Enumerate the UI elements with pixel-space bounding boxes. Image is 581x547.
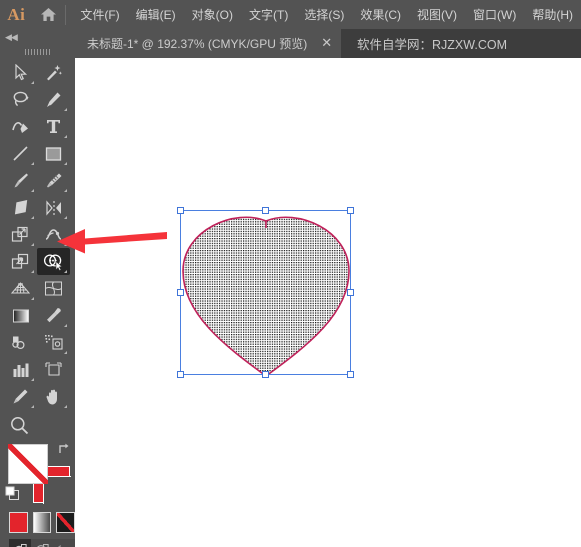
draw-inside-button[interactable] xyxy=(53,539,75,547)
flyout-corner-icon xyxy=(31,216,34,219)
flyout-corner-icon xyxy=(31,270,34,273)
document-tab[interactable]: 未标题-1* @ 192.37% (CMYK/GPU 预览) ✕ xyxy=(75,29,342,58)
menu-bar: Ai 文件(F) 编辑(E) 对象(O) 文字(T) 选择(S) 效果(C) 视… xyxy=(0,0,581,29)
lasso-tool[interactable] xyxy=(4,86,37,113)
pen-tool[interactable] xyxy=(37,86,70,113)
illustrator-window: Ai 文件(F) 编辑(E) 对象(O) 文字(T) 选择(S) 效果(C) 视… xyxy=(0,0,581,547)
eyedropper-tool[interactable] xyxy=(37,302,70,329)
none-mode-button[interactable] xyxy=(56,512,76,533)
canvas-area[interactable] xyxy=(75,58,581,547)
menu-window[interactable]: 窗口(W) xyxy=(465,3,524,26)
flyout-corner-icon xyxy=(64,270,67,273)
menu-divider xyxy=(65,4,67,25)
fill-swatch[interactable] xyxy=(8,444,48,484)
flyout-corner-icon xyxy=(64,216,67,219)
none-slash-icon xyxy=(8,444,48,484)
red-arrow-annotation xyxy=(55,224,167,260)
default-fill-stroke-icon[interactable] xyxy=(5,486,21,502)
curvature-tool[interactable] xyxy=(4,113,37,140)
menu-type[interactable]: 文字(T) xyxy=(241,3,296,26)
selection-handle[interactable] xyxy=(177,371,184,378)
color-mode-row xyxy=(0,512,76,533)
selection-bounding-box[interactable] xyxy=(177,207,354,378)
slice-tool[interactable] xyxy=(4,383,37,410)
collapse-panel-icon[interactable]: ◀◀ xyxy=(0,29,75,45)
selection-handle[interactable] xyxy=(347,207,354,214)
selection-handle[interactable] xyxy=(261,207,269,214)
type-tool[interactable] xyxy=(37,113,70,140)
selection-handle[interactable] xyxy=(347,371,354,378)
menu-file[interactable]: 文件(F) xyxy=(72,3,127,26)
flyout-corner-icon xyxy=(64,108,67,111)
artboard-tool[interactable] xyxy=(37,356,70,383)
document-tab-title: 未标题-1* @ 192.37% (CMYK/GPU 预览) xyxy=(87,37,308,51)
draw-mode-row xyxy=(0,539,75,547)
perspective-grid-tool[interactable] xyxy=(4,275,37,302)
flyout-corner-icon xyxy=(64,135,67,138)
blob-brush-tool[interactable] xyxy=(37,167,70,194)
document-tab-bar: 未标题-1* @ 192.37% (CMYK/GPU 预览) ✕ 软件自学网：R… xyxy=(0,29,581,58)
draw-normal-button[interactable] xyxy=(9,539,31,547)
magic-wand-tool[interactable] xyxy=(37,59,70,86)
flyout-corner-icon xyxy=(64,324,67,327)
flyout-corner-icon xyxy=(31,243,34,246)
hand-tool[interactable] xyxy=(37,383,70,410)
line-segment-tool[interactable] xyxy=(4,140,37,167)
ai-logo: Ai xyxy=(7,4,26,24)
menu-view[interactable]: 视图(V) xyxy=(409,3,465,26)
menu-object[interactable]: 对象(O) xyxy=(184,3,241,26)
tool-panel: ◀◀ xyxy=(0,29,76,547)
flyout-corner-icon xyxy=(64,189,67,192)
mesh-tool[interactable] xyxy=(37,275,70,302)
flyout-corner-icon xyxy=(31,81,34,84)
swap-fill-stroke-icon[interactable] xyxy=(57,442,71,456)
scale-tool[interactable] xyxy=(4,221,37,248)
eraser-tool[interactable] xyxy=(4,194,37,221)
menu-select[interactable]: 选择(S) xyxy=(296,3,352,26)
close-icon[interactable]: ✕ xyxy=(321,37,332,50)
menu-help[interactable]: 帮助(H) xyxy=(524,3,581,26)
flyout-corner-icon xyxy=(64,351,67,354)
selection-tool[interactable] xyxy=(4,59,37,86)
menu-effect[interactable]: 效果(C) xyxy=(352,3,409,26)
flyout-corner-icon xyxy=(31,378,34,381)
column-graph-tool[interactable] xyxy=(4,356,37,383)
menu-edit[interactable]: 编辑(E) xyxy=(128,3,184,26)
selection-handle[interactable] xyxy=(177,207,184,214)
watermark-text: 软件自学网：RJZXW.COM xyxy=(357,38,507,52)
gradient-mode-button[interactable] xyxy=(32,512,52,533)
selection-handle[interactable] xyxy=(177,288,184,296)
flyout-corner-icon xyxy=(31,189,34,192)
draw-behind-button[interactable] xyxy=(31,539,53,547)
paintbrush-tool[interactable] xyxy=(4,167,37,194)
zoom-tool[interactable] xyxy=(0,410,75,440)
symbol-sprayer-tool[interactable] xyxy=(37,329,70,356)
flyout-corner-icon xyxy=(64,405,67,408)
toolbar-grip[interactable] xyxy=(0,45,75,59)
home-icon[interactable] xyxy=(33,7,64,22)
reflect-tool[interactable] xyxy=(37,194,70,221)
gradient-tool[interactable] xyxy=(4,302,37,329)
flyout-corner-icon xyxy=(64,162,67,165)
free-transform-tool[interactable] xyxy=(4,248,37,275)
flyout-corner-icon xyxy=(31,162,34,165)
selection-handle[interactable] xyxy=(261,371,269,378)
selection-handle[interactable] xyxy=(347,288,354,296)
flyout-corner-icon xyxy=(31,405,34,408)
blend-tool[interactable] xyxy=(4,329,37,356)
menu-item-list: 文件(F) 编辑(E) 对象(O) 文字(T) 选择(S) 效果(C) 视图(V… xyxy=(72,3,581,26)
rectangle-tool[interactable] xyxy=(37,140,70,167)
flyout-corner-icon xyxy=(31,297,34,300)
color-mode-button[interactable] xyxy=(9,512,28,533)
color-controls xyxy=(0,442,75,508)
